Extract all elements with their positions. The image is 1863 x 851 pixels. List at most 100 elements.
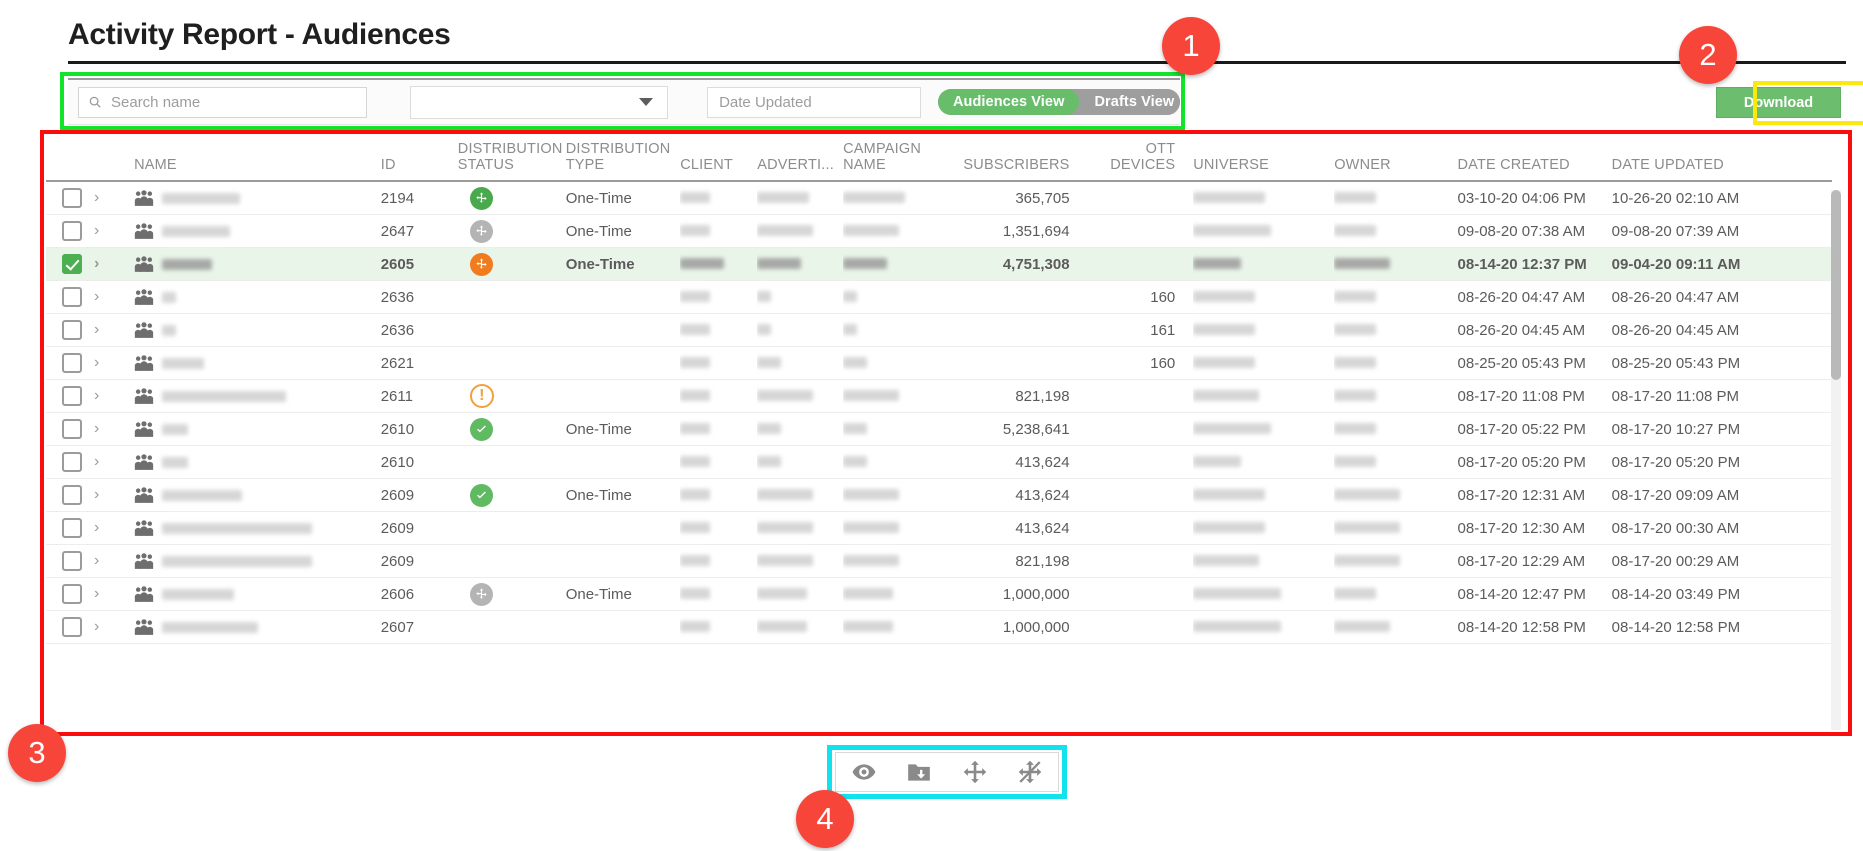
column-header-owner[interactable]: OWNER <box>1334 134 1458 182</box>
date-updated-input[interactable] <box>708 87 920 117</box>
row-checkbox[interactable] <box>62 254 82 274</box>
row-select-cell[interactable]: › <box>46 577 135 611</box>
row-select-cell[interactable]: › <box>46 511 135 545</box>
row-checkbox[interactable] <box>62 419 82 439</box>
row-select-cell[interactable]: › <box>46 214 135 248</box>
row-checkbox[interactable] <box>62 320 82 340</box>
table-vertical-scrollbar[interactable] <box>1831 190 1841 730</box>
row-select-cell[interactable]: › <box>46 610 135 644</box>
table-row[interactable]: › 2605 One-Time 4,751,308 08-14-20 12:37 PM 0… <box>46 247 1832 281</box>
table-row[interactable]: › 2194 One-Time 365,705 03-10-20 04:06 PM 10-… <box>46 181 1832 215</box>
column-header-ott-devices[interactable]: OTT DEVICES <box>1087 134 1194 182</box>
row-checkbox[interactable] <box>62 188 82 208</box>
table-row[interactable]: › 2647 One-Time 1,351,694 09-08-20 07:38 AM 0… <box>46 214 1832 248</box>
cell-name[interactable] <box>134 181 381 215</box>
search-input[interactable] <box>102 87 366 117</box>
chevron-right-icon[interactable]: › <box>94 222 99 240</box>
column-header-campaign[interactable]: CAMPAIGN NAME <box>843 134 945 182</box>
scrollbar-thumb[interactable] <box>1831 190 1841 380</box>
table-row[interactable]: › 2609 One-Time 413,624 08-17-20 12:31 AM 08-… <box>46 478 1832 512</box>
view-icon[interactable] <box>851 759 877 785</box>
row-select-cell[interactable]: › <box>46 445 135 479</box>
view-toggle-group[interactable]: Audiences View Drafts View <box>937 89 1180 115</box>
date-updated-filter[interactable] <box>707 86 921 118</box>
column-header-advertiser[interactable]: ADVERTI... <box>757 134 844 182</box>
column-header-client[interactable]: CLIENT <box>680 134 758 182</box>
cell-name[interactable] <box>134 412 381 446</box>
cell-name[interactable] <box>134 511 381 545</box>
table-row[interactable]: › 2636 160 08-26-20 04:47 AM 08-26-20 04:47 … <box>46 280 1832 314</box>
table-row[interactable]: › 2610 413,624 08-17-20 05:20 PM 08-17-20 05… <box>46 445 1832 479</box>
chevron-right-icon[interactable]: › <box>94 255 99 273</box>
chevron-right-icon[interactable]: › <box>94 420 99 438</box>
cell-name[interactable] <box>134 478 381 512</box>
chevron-right-icon[interactable]: › <box>94 585 99 603</box>
row-select-cell[interactable]: › <box>46 379 135 413</box>
chevron-right-icon[interactable]: › <box>94 354 99 372</box>
cell-name[interactable] <box>134 346 381 380</box>
table-row[interactable]: › 2610 One-Time 5,238,641 08-17-20 05:22 PM 0… <box>46 412 1832 446</box>
row-checkbox[interactable] <box>62 584 82 604</box>
table-row[interactable]: › 2606 One-Time 1,000,000 08-14-20 12:47 PM 0… <box>46 577 1832 611</box>
distribute-icon[interactable] <box>962 759 988 785</box>
table-row[interactable]: › 2611! 821,198 08-17-20 11:08 PM 08-17-20 1… <box>46 379 1832 413</box>
column-header-date-updated[interactable]: DATE UPDATED <box>1611 134 1832 182</box>
row-select-cell[interactable]: › <box>46 478 135 512</box>
table-row[interactable]: › 2609 413,624 08-17-20 12:30 AM 08-17-20 00… <box>46 511 1832 545</box>
chevron-down-icon[interactable] <box>639 98 654 106</box>
row-checkbox[interactable] <box>62 485 82 505</box>
download-button[interactable]: Download <box>1716 87 1841 118</box>
row-select-cell[interactable]: › <box>46 412 135 446</box>
chevron-right-icon[interactable]: › <box>94 189 99 207</box>
table-row[interactable]: › 2636 161 08-26-20 04:45 AM 08-26-20 04:45 … <box>46 313 1832 347</box>
row-select-cell[interactable]: › <box>46 544 135 578</box>
stop-distribute-icon[interactable] <box>1017 759 1043 785</box>
row-checkbox[interactable] <box>62 452 82 472</box>
column-header-name[interactable]: NAME <box>134 134 381 182</box>
column-header-universe[interactable]: UNIVERSE <box>1193 134 1335 182</box>
tab-drafts-view[interactable]: Drafts View <box>1079 89 1180 115</box>
row-checkbox[interactable] <box>62 551 82 571</box>
column-header-id[interactable]: ID <box>380 134 458 182</box>
row-checkbox[interactable] <box>62 386 82 406</box>
chevron-right-icon[interactable]: › <box>94 552 99 570</box>
table-row[interactable]: › 2607 1,000,000 08-14-20 12:58 PM 08-14-20 … <box>46 610 1832 644</box>
filter-select[interactable] <box>409 85 669 119</box>
cell-name[interactable] <box>134 247 381 281</box>
cell-name[interactable] <box>134 445 381 479</box>
cell-name[interactable] <box>134 280 381 314</box>
tab-audiences-view[interactable]: Audiences View <box>937 89 1080 115</box>
cell-name[interactable] <box>134 214 381 248</box>
chevron-right-icon[interactable]: › <box>94 618 99 636</box>
row-checkbox[interactable] <box>62 221 82 241</box>
chevron-right-icon[interactable]: › <box>94 387 99 405</box>
row-checkbox[interactable] <box>62 287 82 307</box>
row-checkbox[interactable] <box>62 353 82 373</box>
chevron-right-icon[interactable]: › <box>94 288 99 306</box>
column-header-dist-type[interactable]: DISTRIBUTION TYPE <box>565 134 681 182</box>
archive-folder-icon[interactable] <box>906 759 932 785</box>
table-row[interactable]: › 2609 821,198 08-17-20 12:29 AM 08-17-20 00… <box>46 544 1832 578</box>
row-checkbox[interactable] <box>62 617 82 637</box>
cell-name[interactable] <box>134 313 381 347</box>
row-checkbox[interactable] <box>62 518 82 538</box>
column-header-subscribers[interactable]: SUBSCRIBERS <box>944 134 1088 182</box>
chevron-right-icon[interactable]: › <box>94 486 99 504</box>
search-box[interactable] <box>78 86 367 118</box>
cell-name[interactable] <box>134 610 381 644</box>
cell-name[interactable] <box>134 379 381 413</box>
table-row[interactable]: › 2621 160 08-25-20 05:43 PM 08-25-20 05:43 … <box>46 346 1832 380</box>
row-select-cell[interactable]: › <box>46 247 135 281</box>
cell-name[interactable] <box>134 544 381 578</box>
row-select-cell[interactable]: › <box>46 280 135 314</box>
column-header-date-created[interactable]: DATE CREATED <box>1457 134 1612 182</box>
row-select-cell[interactable]: › <box>46 313 135 347</box>
row-select-cell[interactable]: › <box>46 181 135 215</box>
chevron-right-icon[interactable]: › <box>94 453 99 471</box>
row-select-cell[interactable]: › <box>46 346 135 380</box>
cell-distribution-type <box>565 280 681 314</box>
chevron-right-icon[interactable]: › <box>94 321 99 339</box>
chevron-right-icon[interactable]: › <box>94 519 99 537</box>
column-header-dist-status[interactable]: DISTRIBUTION STATUS <box>457 134 566 182</box>
cell-name[interactable] <box>134 577 381 611</box>
